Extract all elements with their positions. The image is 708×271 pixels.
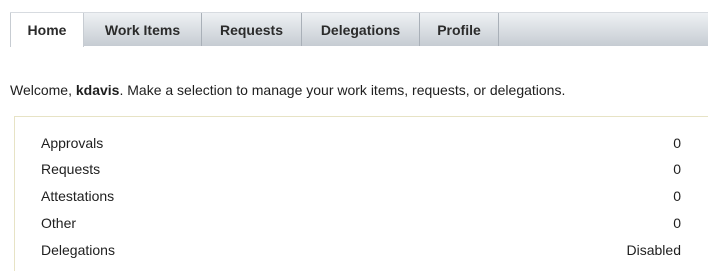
- welcome-prefix: Welcome,: [10, 82, 76, 98]
- tab-requests[interactable]: Requests: [202, 13, 302, 46]
- summary-row-approvals: Approvals 0: [41, 135, 681, 155]
- tab-work-items[interactable]: Work Items: [84, 13, 202, 46]
- summary-value: 0: [673, 188, 681, 204]
- tab-profile[interactable]: Profile: [420, 13, 499, 46]
- page: Home Work Items Requests Delegations Pro…: [0, 0, 708, 271]
- welcome-username: kdavis: [75, 82, 120, 98]
- tab-home[interactable]: Home: [10, 13, 84, 47]
- summary-row-attestations: Attestations 0: [41, 188, 681, 208]
- summary-label: Other: [41, 215, 77, 231]
- tab-delegations[interactable]: Delegations: [302, 13, 420, 46]
- summary-label: Requests: [41, 161, 101, 177]
- summary-row-other: Other 0: [41, 215, 681, 235]
- welcome-message: Welcome, kdavis. Make a selection to man…: [10, 82, 565, 98]
- summary-label: Approvals: [41, 135, 104, 151]
- summary-value: 0: [673, 161, 681, 177]
- summary-panel: Approvals 0 Requests 0 Attestations 0 Ot…: [14, 116, 708, 271]
- summary-row-requests: Requests 0: [41, 161, 681, 181]
- summary-row-delegations: Delegations Disabled: [41, 242, 681, 262]
- summary-value: 0: [673, 215, 681, 231]
- summary-label: Delegations: [41, 242, 115, 258]
- tab-bar: Home Work Items Requests Delegations Pro…: [10, 12, 708, 47]
- welcome-suffix: . Make a selection to manage your work i…: [119, 82, 566, 98]
- summary-label: Attestations: [41, 188, 115, 204]
- summary-value: 0: [673, 135, 681, 151]
- summary-value: Disabled: [626, 242, 681, 258]
